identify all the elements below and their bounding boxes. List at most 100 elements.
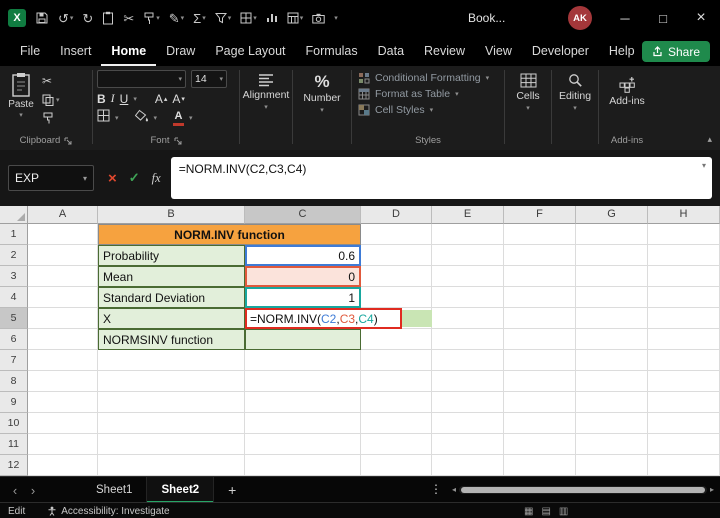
page-layout-view-icon[interactable]: ▤ bbox=[541, 506, 550, 517]
menu-tab-page-layout[interactable]: Page Layout bbox=[205, 36, 295, 66]
clipboard-icon[interactable] bbox=[102, 11, 114, 25]
cell-styles-label: Cell Styles bbox=[375, 104, 425, 116]
font-dialog-launcher[interactable] bbox=[174, 137, 182, 145]
scroll-right-icon[interactable]: ▸ bbox=[710, 485, 714, 495]
cell-C2-value[interactable]: 0.6 bbox=[245, 245, 361, 266]
copy-button[interactable]: ▾ bbox=[42, 94, 60, 106]
scrollbar-thumb[interactable] bbox=[461, 487, 705, 493]
clipboard-group: Paste ▾ ✂ ▾ Clipboard bbox=[0, 66, 92, 150]
name-box-dropdown-icon[interactable]: ▾ bbox=[83, 174, 87, 183]
table-icon[interactable]: ▾ bbox=[287, 12, 303, 24]
formula-input[interactable]: =NORM.INV(C2,C3,C4) ▾ bbox=[170, 157, 712, 199]
sheet-tab-bar: ‹ › Sheet1 Sheet2 + ⋮ ◂ ▸ bbox=[0, 476, 720, 503]
cell-styles-button[interactable]: Cell Styles ▾ bbox=[358, 104, 504, 116]
cell-B1-title[interactable]: NORM.INV function bbox=[98, 224, 361, 245]
fill-color-button[interactable] bbox=[134, 109, 149, 127]
normal-view-icon[interactable]: ▦ bbox=[524, 506, 533, 517]
insert-function-icon[interactable]: fx bbox=[152, 171, 161, 186]
font-color-button[interactable]: A bbox=[173, 110, 185, 126]
borders-button[interactable] bbox=[97, 109, 110, 127]
autosum-icon[interactable]: Σ ▾ bbox=[193, 12, 206, 25]
menu-tab-data[interactable]: Data bbox=[368, 36, 414, 66]
font-size-combobox[interactable]: 14 ▾ bbox=[191, 70, 227, 88]
cut-icon[interactable]: ✂ bbox=[123, 12, 134, 25]
conditional-formatting-button[interactable]: Conditional Formatting ▾ bbox=[358, 72, 504, 84]
format-painter-button[interactable] bbox=[42, 112, 60, 124]
font-name-combobox[interactable]: ▾ bbox=[97, 70, 186, 88]
cell-B6-label[interactable]: NORMSINV function bbox=[98, 329, 245, 350]
undo-icon[interactable]: ↺ ▾ bbox=[58, 12, 73, 25]
enter-icon[interactable]: ✓ bbox=[129, 170, 140, 186]
paste-button[interactable]: Paste ▾ bbox=[0, 70, 42, 133]
italic-button[interactable]: I bbox=[111, 91, 115, 106]
borders-icon[interactable]: ▾ bbox=[240, 12, 257, 24]
editing-label: Editing bbox=[558, 90, 592, 102]
sheet-tab-sheet1[interactable]: Sheet1 bbox=[82, 477, 148, 503]
camera-icon[interactable] bbox=[312, 13, 325, 24]
addins-button[interactable]: Add-ins bbox=[609, 70, 645, 133]
number-button[interactable]: % Number ▾ bbox=[293, 66, 351, 114]
horizontal-scrollbar[interactable]: ◂ ▸ bbox=[452, 485, 714, 495]
accessibility-status[interactable]: Accessibility: Investigate bbox=[47, 506, 170, 517]
filter-icon[interactable]: ▾ bbox=[214, 12, 231, 24]
share-button[interactable]: Share bbox=[641, 41, 710, 62]
sheet-nav-left-icon[interactable]: ‹ bbox=[6, 483, 24, 498]
underline-button[interactable]: U bbox=[120, 92, 129, 106]
account-avatar[interactable]: AK bbox=[568, 6, 592, 30]
cell-B3-label[interactable]: Mean bbox=[98, 266, 245, 287]
scroll-left-icon[interactable]: ◂ bbox=[452, 485, 456, 495]
formula-part: =NORM.INV( bbox=[250, 311, 322, 326]
editing-button[interactable]: Editing ▾ bbox=[552, 66, 598, 112]
cell-B4-label[interactable]: Standard Deviation bbox=[98, 287, 245, 308]
menu-tab-help[interactable]: Help bbox=[599, 36, 645, 66]
menu-tab-formulas[interactable]: Formulas bbox=[296, 36, 368, 66]
menu-tab-draw[interactable]: Draw bbox=[156, 36, 205, 66]
menu-tab-home[interactable]: Home bbox=[101, 36, 156, 66]
redo-icon[interactable]: ↻ bbox=[82, 12, 93, 25]
page-break-view-icon[interactable]: ▥ bbox=[559, 506, 568, 517]
close-button[interactable]: × bbox=[682, 0, 720, 36]
worksheet-grid: A B C D E F G H 1 2 3 4 5 6 7 8 9 10 11 12 NORM.INV functio… bbox=[0, 206, 720, 476]
cancel-icon[interactable]: × bbox=[108, 170, 117, 187]
format-as-table-label: Format as Table bbox=[375, 88, 451, 100]
menu-tab-insert[interactable]: Insert bbox=[50, 36, 101, 66]
conditional-formatting-icon bbox=[359, 73, 370, 84]
menu-tab-developer[interactable]: Developer bbox=[522, 36, 599, 66]
cell-B2-label[interactable]: Probability bbox=[98, 245, 245, 266]
draw-pen-icon[interactable]: ✎ ▾ bbox=[169, 12, 184, 25]
sheet-tab-sheet2[interactable]: Sheet2 bbox=[147, 477, 215, 503]
increase-font-button[interactable]: A ▴ bbox=[155, 92, 168, 106]
format-as-table-button[interactable]: Format as Table ▾ bbox=[358, 88, 504, 100]
formula-bar-row: EXP ▾ × ✓ fx =NORM.INV(C2,C3,C4) ▾ bbox=[0, 150, 720, 206]
sheet-options-kebab-icon[interactable]: ⋮ bbox=[430, 482, 442, 496]
cell-B5-label[interactable]: X bbox=[98, 308, 245, 329]
styles-group: Conditional Formatting ▾ Format as Table… bbox=[352, 66, 504, 150]
add-sheet-button[interactable]: + bbox=[228, 482, 236, 498]
sheet-nav-right-icon[interactable]: › bbox=[24, 483, 42, 498]
cells-button[interactable]: Cells ▾ bbox=[505, 66, 551, 112]
collapse-ribbon-icon[interactable]: ▴ bbox=[707, 134, 712, 145]
maximize-button[interactable]: □ bbox=[644, 0, 682, 36]
name-box[interactable]: EXP ▾ bbox=[8, 165, 94, 191]
cell-C3-value[interactable]: 0 bbox=[245, 266, 361, 287]
menu-tab-review[interactable]: Review bbox=[414, 36, 475, 66]
minimize-button[interactable]: ─ bbox=[606, 0, 644, 36]
cell-C5-formula[interactable]: =NORM.INV(C2, C3, C4) bbox=[245, 308, 402, 329]
qat-overflow-icon[interactable]: ▾ bbox=[334, 15, 338, 22]
bold-button[interactable]: B bbox=[97, 92, 106, 106]
decrease-font-button[interactable]: A ▾ bbox=[172, 92, 185, 106]
paste-dropdown-icon[interactable]: ▾ bbox=[19, 111, 23, 119]
chart-icon[interactable] bbox=[266, 12, 278, 24]
clipboard-dialog-launcher[interactable] bbox=[64, 137, 72, 145]
excel-logo-icon[interactable]: X bbox=[8, 9, 26, 27]
menu-tab-file[interactable]: File bbox=[10, 36, 50, 66]
format-painter-icon[interactable]: ▾ bbox=[143, 12, 160, 25]
cut-button[interactable]: ✂ bbox=[42, 74, 60, 88]
menu-tab-view[interactable]: View bbox=[475, 36, 522, 66]
cell-C6[interactable] bbox=[245, 329, 361, 350]
cell-C4-value[interactable]: 1 bbox=[245, 287, 361, 308]
underline-dropdown-icon[interactable]: ▾ bbox=[133, 95, 137, 103]
formula-bar-expand-icon[interactable]: ▾ bbox=[702, 161, 706, 170]
save-icon[interactable] bbox=[35, 11, 49, 25]
alignment-button[interactable]: Alignment ▾ bbox=[240, 66, 292, 111]
